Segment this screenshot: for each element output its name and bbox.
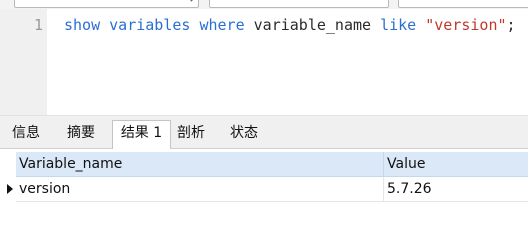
- connection-select[interactable]: [14, 0, 199, 8]
- tab-result-1[interactable]: 结果 1: [112, 120, 171, 149]
- grid-header: Variable_name Value: [16, 152, 528, 177]
- tab-profile[interactable]: 剖析: [169, 121, 213, 147]
- sql-keyword: like: [380, 16, 417, 34]
- column-separator[interactable]: [383, 152, 384, 176]
- column-separator: [383, 177, 384, 202]
- line-number: 1: [33, 16, 43, 34]
- column-header-value[interactable]: Value: [384, 152, 528, 176]
- run-button[interactable]: [398, 0, 528, 8]
- sql-string: "version": [425, 16, 507, 34]
- sql-editor[interactable]: 1 show variables where variable_name lik…: [0, 9, 528, 115]
- column-header-variable-name[interactable]: Variable_name: [16, 152, 383, 176]
- sql-terminator: ;: [506, 16, 516, 34]
- sql-identifier: variable_name: [253, 16, 372, 34]
- sql-code-line[interactable]: show variables where variable_name like …: [64, 16, 516, 34]
- line-gutter: 1: [0, 9, 47, 115]
- top-toolbar: [0, 0, 528, 9]
- table-row[interactable]: version 5.7.26: [16, 177, 528, 202]
- sql-keyword: where: [199, 16, 245, 34]
- row-indicator-column: [0, 149, 16, 217]
- result-tabbar: 信息 摘要 结果 1 剖析 状态: [0, 116, 528, 149]
- current-row-pointer-icon: [7, 184, 13, 194]
- cell-variable-name[interactable]: version: [16, 177, 383, 201]
- tab-status[interactable]: 状态: [222, 121, 266, 147]
- tab-summary[interactable]: 摘要: [58, 121, 104, 147]
- chevron-down-icon: [186, 0, 197, 2]
- result-grid: Variable_name Value version 5.7.26: [0, 149, 528, 217]
- database-select[interactable]: [209, 0, 389, 8]
- sql-keyword: show: [64, 16, 101, 34]
- cell-value[interactable]: 5.7.26: [384, 177, 528, 201]
- tab-info[interactable]: 信息: [4, 121, 48, 147]
- sql-keyword: variables: [109, 16, 191, 34]
